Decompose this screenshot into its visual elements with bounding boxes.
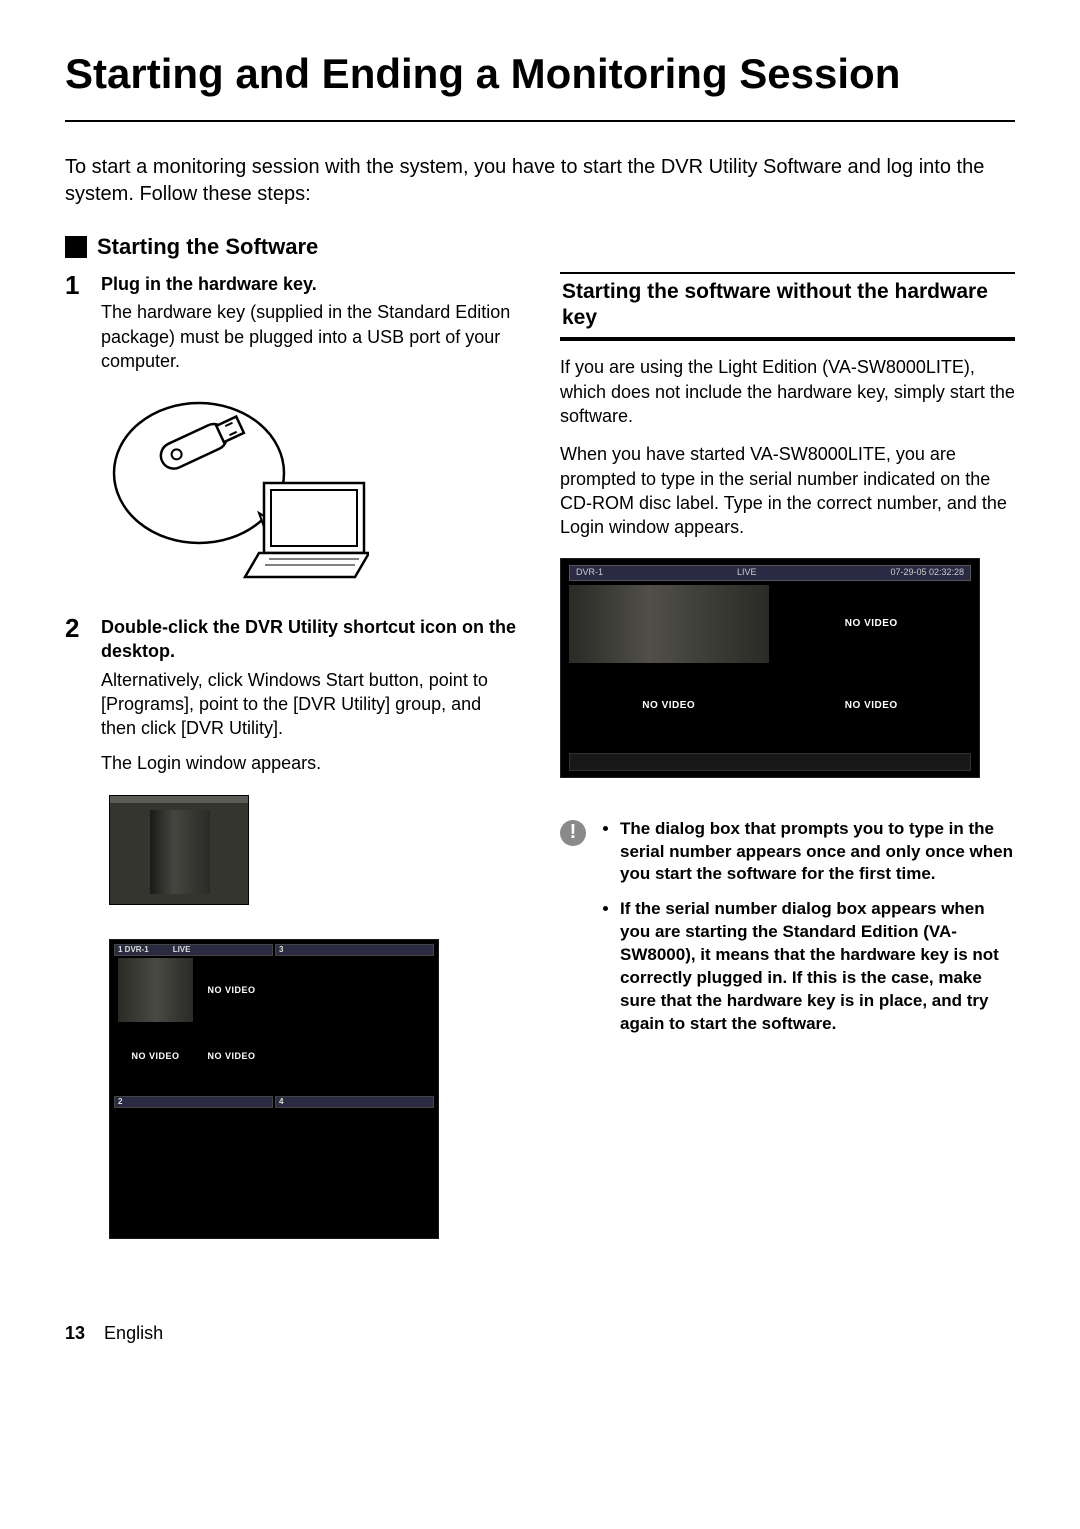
page-language: English: [104, 1323, 163, 1343]
section-heading: Starting the Software: [65, 232, 1015, 262]
usb-laptop-illustration: [109, 393, 520, 593]
intro-paragraph: To start a monitoring session with the s…: [65, 154, 1015, 208]
right-column: Starting the software without the hardwa…: [560, 272, 1015, 1036]
lite-login-screenshot: DVR-1 LIVE 07-29-05 02:32:28 NO VIDEO NO…: [560, 558, 980, 778]
step-2-head: Double-click the DVR Utility shortcut ic…: [101, 615, 520, 664]
login-window-thumbnail: 1 DVR-1 LIVE NO VIDEO NO VIDEO NO VIDEO …: [109, 795, 520, 1239]
alert-item-2: If the serial number dialog box appears …: [620, 898, 1015, 1036]
screenshot-title-bar: DVR-1 LIVE 07-29-05 02:32:28: [569, 565, 971, 581]
screenshot-cell-camera: [569, 585, 769, 664]
step-2-body-1: Alternatively, click Windows Start butto…: [101, 668, 520, 741]
step-1-head: Plug in the hardware key.: [101, 272, 520, 296]
exclamation-icon: !: [560, 820, 586, 846]
quad-bar-1: 1 DVR-1 LIVE: [114, 944, 273, 956]
sidebox-p2: When you have started VA-SW8000LITE, you…: [560, 442, 1015, 539]
page-footer: 13 English: [65, 1321, 1015, 1345]
step-2-body-2: The Login window appears.: [101, 751, 520, 775]
quad-bar-2: 2: [114, 1096, 273, 1108]
step-1-number: 1: [65, 272, 87, 373]
left-column: 1 Plug in the hardware key. The hardware…: [65, 272, 520, 1261]
page-number: 13: [65, 1323, 85, 1343]
quad-cell-novideo: NO VIDEO: [118, 1023, 193, 1088]
step-1-body: The hardware key (supplied in the Standa…: [101, 300, 520, 373]
alert-block: ! The dialog box that prompts you to typ…: [560, 818, 1015, 1036]
step-2-number: 2: [65, 615, 87, 775]
screenshot-cell-novideo: NO VIDEO: [772, 666, 972, 745]
screenshot-cell-novideo: NO VIDEO: [569, 666, 769, 745]
sidebox-heading: Starting the software without the hardwa…: [560, 272, 1015, 342]
usb-laptop-icon: [109, 393, 369, 593]
quad-bar-3: 3: [275, 944, 434, 956]
screenshot-bottom-bar: [569, 753, 971, 771]
page-title: Starting and Ending a Monitoring Session: [65, 50, 1015, 98]
step-2: 2 Double-click the DVR Utility shortcut …: [65, 615, 520, 775]
step-1: 1 Plug in the hardware key. The hardware…: [65, 272, 520, 373]
title-rule: [65, 120, 1015, 122]
quad-screenshot: 1 DVR-1 LIVE NO VIDEO NO VIDEO NO VIDEO …: [109, 939, 439, 1239]
quad-cell-camera: [118, 958, 193, 1023]
sidebox-p1: If you are using the Light Edition (VA-S…: [560, 355, 1015, 428]
section-heading-text: Starting the Software: [97, 232, 318, 262]
screenshot-cell-novideo: NO VIDEO: [772, 585, 972, 664]
quad-cell-novideo: NO VIDEO: [194, 958, 269, 1023]
alert-item-1: The dialog box that prompts you to type …: [620, 818, 1015, 887]
quad-bar-4: 4: [275, 1096, 434, 1108]
quad-cell-novideo: NO VIDEO: [194, 1023, 269, 1088]
block-marker-icon: [65, 236, 87, 258]
